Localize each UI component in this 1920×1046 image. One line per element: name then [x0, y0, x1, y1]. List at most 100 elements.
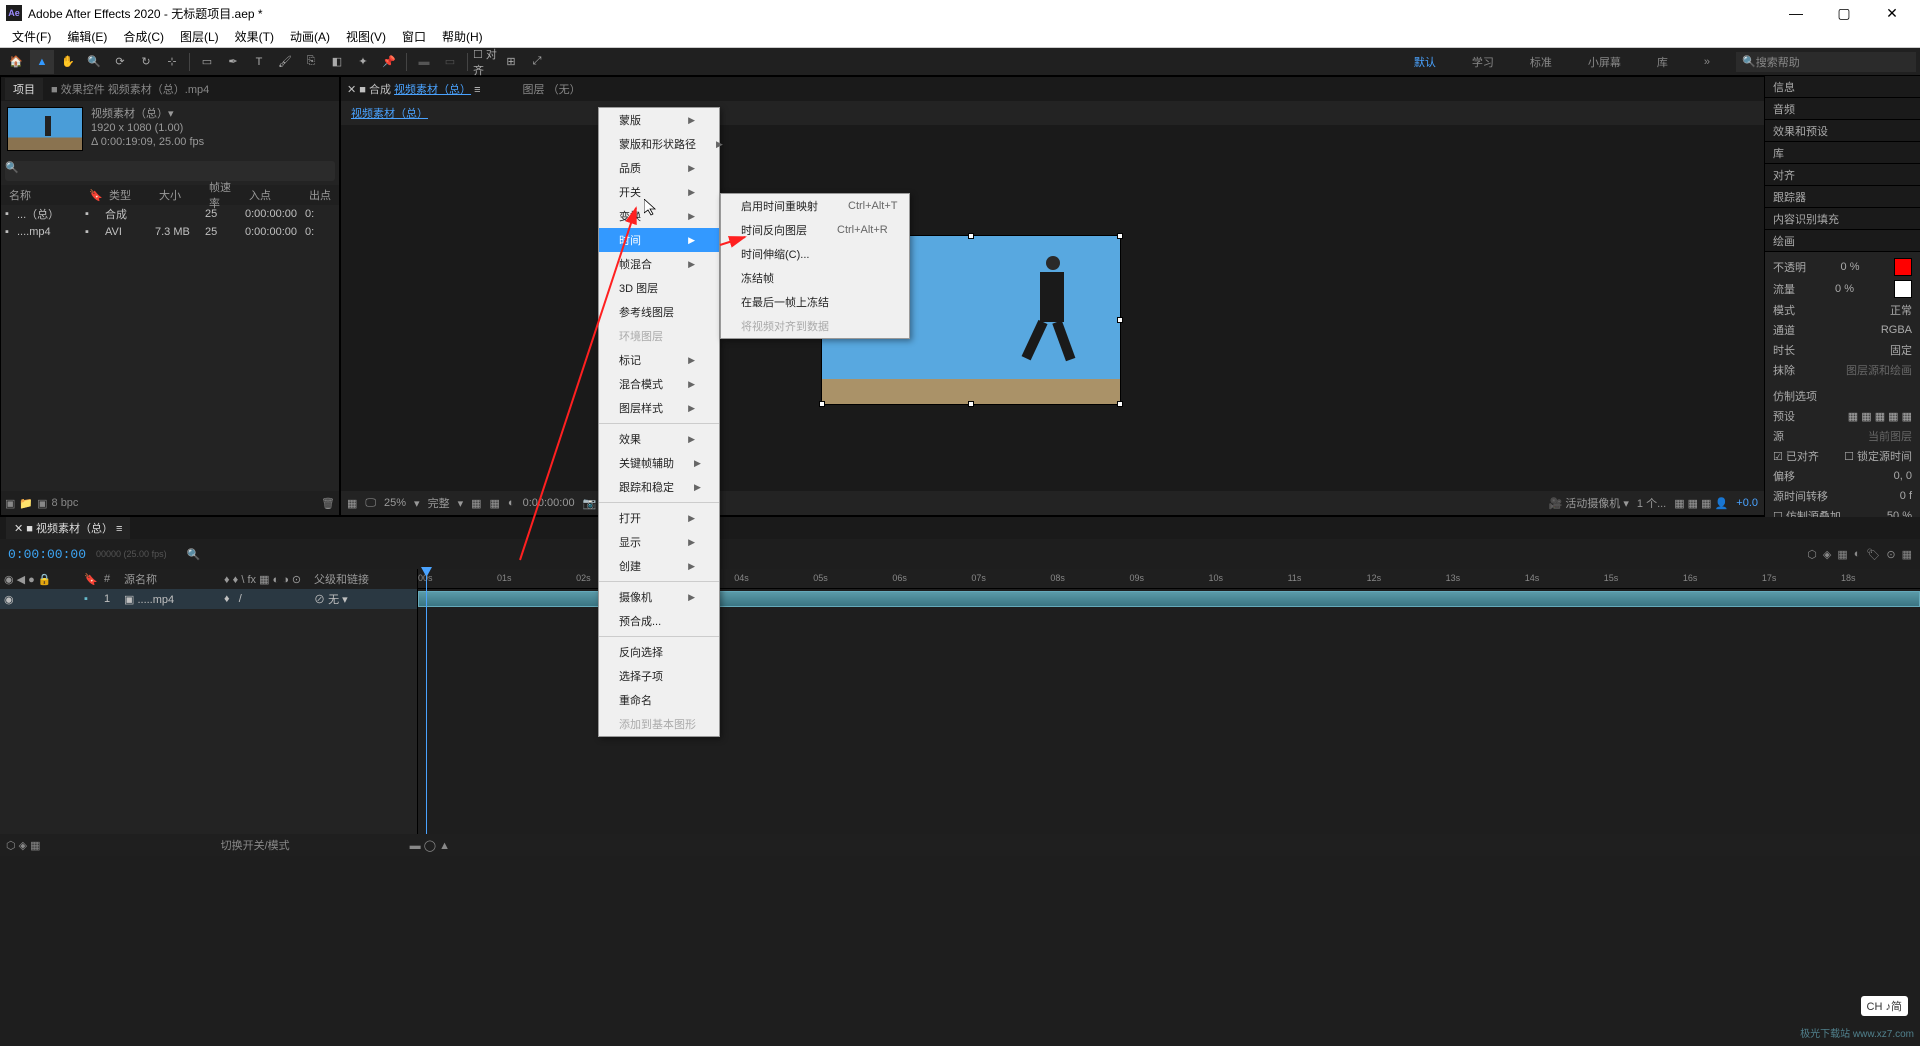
- mode-dropdown[interactable]: 正常: [1890, 302, 1912, 318]
- help-search[interactable]: 🔍 搜索帮助: [1736, 52, 1916, 72]
- project-item-comp[interactable]: ▪ ...（总） ▪ 合成 25 0:00:00:00 0:: [1, 205, 339, 223]
- ctx-预合成...[interactable]: 预合成...: [599, 609, 719, 633]
- menu-animation[interactable]: 动画(A): [284, 26, 336, 47]
- brush-tool[interactable]: 🖌: [273, 50, 297, 74]
- zoom-tool[interactable]: 🔍: [82, 50, 106, 74]
- ctx-反向选择[interactable]: 反向选择: [599, 640, 719, 664]
- folder-icon[interactable]: 📁: [19, 497, 33, 510]
- tl-icon-5[interactable]: 🏷: [1866, 548, 1880, 561]
- ctx-时间[interactable]: 时间▶: [599, 228, 719, 252]
- hand-tool[interactable]: ✋: [56, 50, 80, 74]
- tl-icon-4[interactable]: ◐: [1854, 548, 1861, 561]
- camera-dropdown[interactable]: 🎥 活动摄像机 ▾: [1549, 495, 1629, 511]
- fast-preview-icon[interactable]: ▦: [471, 497, 481, 510]
- subctx-时间反向图层[interactable]: 时间反向图层Ctrl+Alt+R: [721, 218, 909, 242]
- stroke-icon[interactable]: ▭: [438, 50, 462, 74]
- layer-tab[interactable]: 图层 （无）: [523, 81, 581, 97]
- subctx-冻结帧[interactable]: 冻结帧: [721, 266, 909, 290]
- ctx-摄像机[interactable]: 摄像机▶: [599, 585, 719, 609]
- timeline-timecode[interactable]: 0:00:00:00: [8, 547, 86, 562]
- orbit-tool[interactable]: ⟳: [108, 50, 132, 74]
- timeline-tab[interactable]: ✕ ■ 视频素材（总） ≡: [6, 517, 130, 539]
- ctx-开关[interactable]: 开关▶: [599, 180, 719, 204]
- ctx-3D 图层[interactable]: 3D 图层: [599, 276, 719, 300]
- ctx-参考线图层[interactable]: 参考线图层: [599, 300, 719, 324]
- ctx-重命名[interactable]: 重命名: [599, 688, 719, 712]
- exposure-value[interactable]: +0.0: [1736, 497, 1758, 509]
- tl-icon-1[interactable]: ⬡: [1807, 548, 1817, 561]
- workspace-standard[interactable]: 标准: [1520, 50, 1562, 74]
- panel-info[interactable]: 信息: [1765, 76, 1920, 98]
- selection-tool[interactable]: ▲: [30, 50, 54, 74]
- transparency-icon[interactable]: ▦: [490, 497, 500, 510]
- ctx-跟踪和稳定[interactable]: 跟踪和稳定▶: [599, 475, 719, 499]
- timeline-search[interactable]: 🔍: [187, 548, 201, 561]
- menu-view[interactable]: 视图(V): [340, 26, 392, 47]
- menu-file[interactable]: 文件(F): [6, 26, 57, 47]
- snap-icon[interactable]: ⊞: [499, 50, 523, 74]
- ctx-显示[interactable]: 显示▶: [599, 530, 719, 554]
- ctx-蒙版[interactable]: 蒙版▶: [599, 108, 719, 132]
- menu-edit[interactable]: 编辑(E): [61, 26, 113, 47]
- ctx-图层样式[interactable]: 图层样式▶: [599, 396, 719, 420]
- tl-icon-3[interactable]: ▦: [1837, 548, 1847, 561]
- workspace-default[interactable]: 默认: [1404, 50, 1446, 74]
- anchor-tool[interactable]: ⊹: [160, 50, 184, 74]
- ctx-打开[interactable]: 打开▶: [599, 506, 719, 530]
- close-button[interactable]: ✕: [1878, 5, 1906, 22]
- channel-dropdown[interactable]: RGBA: [1881, 324, 1912, 336]
- menu-help[interactable]: 帮助(H): [436, 26, 489, 47]
- ctx-蒙版和形状路径[interactable]: 蒙版和形状路径▶: [599, 132, 719, 156]
- clone-preset-icons[interactable]: ▦ ▦ ▦ ▦ ▦: [1848, 410, 1912, 423]
- effect-controls-tab[interactable]: ■ 效果控件 视频素材（总）.mp4: [43, 78, 217, 100]
- panel-audio[interactable]: 音频: [1765, 98, 1920, 120]
- puppet-tool[interactable]: 📌: [377, 50, 401, 74]
- timeline-layer-1[interactable]: ◉ ▪ 1 ▣ .....mp4 ♦ / ⊘ 无 ▾: [0, 589, 417, 609]
- ctx-品质[interactable]: 品质▶: [599, 156, 719, 180]
- type-tool[interactable]: T: [247, 50, 271, 74]
- ctx-标记[interactable]: 标记▶: [599, 348, 719, 372]
- tl-zoom-out[interactable]: ▬ ◯ ▲: [410, 839, 450, 852]
- rotate-tool[interactable]: ↻: [134, 50, 158, 74]
- duration-dropdown[interactable]: 固定: [1890, 342, 1912, 358]
- workspace-learn[interactable]: 学习: [1462, 50, 1504, 74]
- snap-icon2[interactable]: ⤢: [525, 50, 549, 74]
- clone-tool[interactable]: ⎘: [299, 50, 323, 74]
- tl-footer-icon1[interactable]: ⬡ ◈ ▦: [6, 839, 41, 852]
- panel-align[interactable]: 对齐: [1765, 164, 1920, 186]
- interpret-icon[interactable]: ▣: [5, 497, 15, 510]
- project-tab[interactable]: 项目: [5, 78, 43, 100]
- active-comp-link[interactable]: 视频素材（总）: [351, 108, 428, 120]
- minimize-button[interactable]: —: [1782, 5, 1810, 22]
- tl-icon-7[interactable]: ▦: [1902, 548, 1912, 561]
- ctx-效果[interactable]: 效果▶: [599, 427, 719, 451]
- panel-paint-header[interactable]: 绘画: [1765, 230, 1920, 252]
- pen-tool[interactable]: ✒: [221, 50, 245, 74]
- tl-icon-2[interactable]: ◈: [1823, 548, 1831, 561]
- toggle-switches[interactable]: 切换开关/模式: [221, 837, 290, 853]
- ctx-变换[interactable]: 变换▶: [599, 204, 719, 228]
- panel-content-aware[interactable]: 内容识别填充: [1765, 208, 1920, 230]
- bpc-button[interactable]: 8 bpc: [52, 497, 79, 509]
- project-item-video[interactable]: ▪ ....mp4 ▪ AVI 7.3 MB 25 0:00:00:00 0:: [1, 223, 339, 241]
- menu-layer[interactable]: 图层(L): [174, 26, 225, 47]
- tl-icon-6[interactable]: ⊙: [1886, 548, 1895, 561]
- eraser-tool[interactable]: ◧: [325, 50, 349, 74]
- ctx-帧混合[interactable]: 帧混合▶: [599, 252, 719, 276]
- view-dropdown[interactable]: 1 个...: [1637, 495, 1666, 511]
- workspace-more[interactable]: »: [1694, 52, 1720, 72]
- subctx-在最后一帧上冻结[interactable]: 在最后一帧上冻结: [721, 290, 909, 314]
- resolution-dropdown[interactable]: 🖵: [365, 497, 376, 510]
- ctx-混合模式[interactable]: 混合模式▶: [599, 372, 719, 396]
- menu-window[interactable]: 窗口: [396, 26, 432, 47]
- rectangle-tool[interactable]: ▭: [195, 50, 219, 74]
- menu-effect[interactable]: 效果(T): [229, 26, 280, 47]
- ctx-创建[interactable]: 创建▶: [599, 554, 719, 578]
- foreground-color[interactable]: [1894, 258, 1912, 276]
- view-options-icon[interactable]: ▦ ▦ ▦ 👤: [1674, 497, 1728, 510]
- menu-composition[interactable]: 合成(C): [117, 26, 170, 47]
- zoom-dropdown[interactable]: 25%: [384, 497, 406, 509]
- composition-viewer[interactable]: [341, 125, 1764, 491]
- fill-icon[interactable]: ▬: [412, 50, 436, 74]
- panel-effects[interactable]: 效果和预设: [1765, 120, 1920, 142]
